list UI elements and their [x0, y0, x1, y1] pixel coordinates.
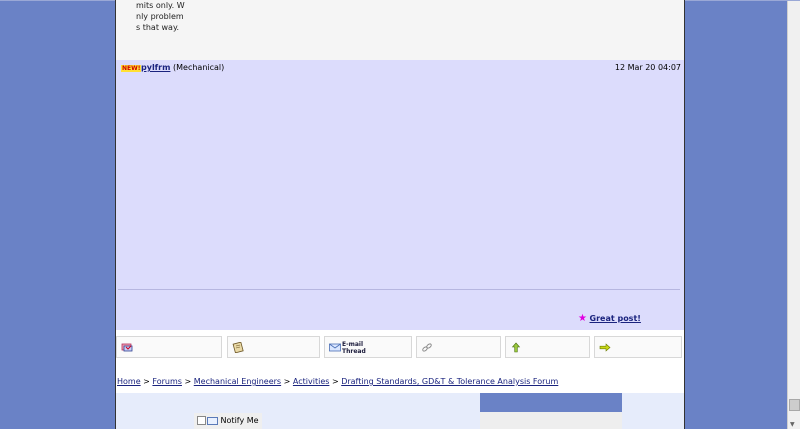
scrollbar-thumb[interactable]: [789, 399, 800, 411]
post: NEW! pylfrm (Mechanical) 12 Mar 20 04:07…: [116, 60, 684, 330]
notify-me[interactable]: Notify Me: [194, 413, 262, 429]
email-thread-label: E-mail Thread: [342, 341, 366, 355]
great-post-link[interactable]: Great post!: [590, 314, 641, 323]
notify-checkbox[interactable]: [197, 416, 206, 425]
post-author: pylfrm (Mechanical): [141, 63, 224, 72]
scroll-top-button[interactable]: [505, 336, 590, 358]
notify-label: Notify Me: [220, 416, 259, 425]
email-thread-button[interactable]: E-mail Thread: [324, 336, 412, 358]
breadcrumb-separator: >: [331, 377, 339, 386]
great-post[interactable]: ★ Great post!: [578, 313, 641, 324]
forum-page: mits only. W nly problem s that way. NEW…: [115, 0, 685, 429]
star-icon: ★: [578, 313, 587, 324]
breadcrumb-separator: >: [283, 377, 291, 386]
scroll-icon: [232, 342, 244, 353]
footer-header-bar: [480, 393, 622, 412]
email-label-line1: E-mail: [342, 341, 364, 348]
link-icon: [422, 343, 432, 352]
footer-panel: [480, 412, 622, 429]
previous-post-line: s that way.: [136, 23, 180, 32]
breadcrumb-home[interactable]: Home: [117, 377, 141, 386]
breadcrumb-separator: >: [143, 377, 150, 386]
previous-post-line: nly problem: [136, 12, 184, 21]
print-button[interactable]: [227, 336, 320, 358]
flag-button[interactable]: [116, 336, 222, 358]
email-icon: [329, 343, 341, 352]
page-scrollbar[interactable]: ▼: [787, 1, 800, 429]
previous-post-line: mits only. W: [136, 1, 185, 10]
email-label-line2: Thread: [342, 348, 366, 355]
flag-icon: [121, 343, 133, 352]
author-role: (Mechanical): [173, 63, 225, 72]
link-button[interactable]: [416, 336, 501, 358]
breadcrumb-activities[interactable]: Activities: [293, 377, 330, 386]
next-button[interactable]: [594, 336, 682, 358]
arrow-right-icon: [599, 343, 611, 352]
breadcrumb-separator: >: [184, 377, 192, 386]
previous-post-text: mits only. W nly problem s that way.: [136, 0, 206, 33]
breadcrumb-mechanical-engineers[interactable]: Mechanical Engineers: [194, 377, 281, 386]
envelope-icon: [207, 416, 218, 425]
author-link[interactable]: pylfrm: [141, 63, 170, 72]
new-badge: NEW!: [121, 65, 142, 72]
post-divider: [118, 289, 680, 290]
breadcrumb: Home > Forums > Mechanical Engineers > A…: [117, 377, 558, 386]
previous-post: mits only. W nly problem s that way.: [116, 0, 684, 60]
breadcrumb-forum[interactable]: Drafting Standards, GD&T & Tolerance Ana…: [341, 377, 558, 386]
post-toolbar: E-mail Thread: [116, 336, 684, 362]
post-timestamp: 12 Mar 20 04:07: [614, 63, 681, 72]
arrow-up-icon: [511, 342, 521, 353]
breadcrumb-forums[interactable]: Forums: [152, 377, 182, 386]
post-header: NEW! pylfrm (Mechanical) 12 Mar 20 04:07: [116, 60, 684, 76]
scroll-down-icon[interactable]: ▼: [790, 421, 795, 428]
